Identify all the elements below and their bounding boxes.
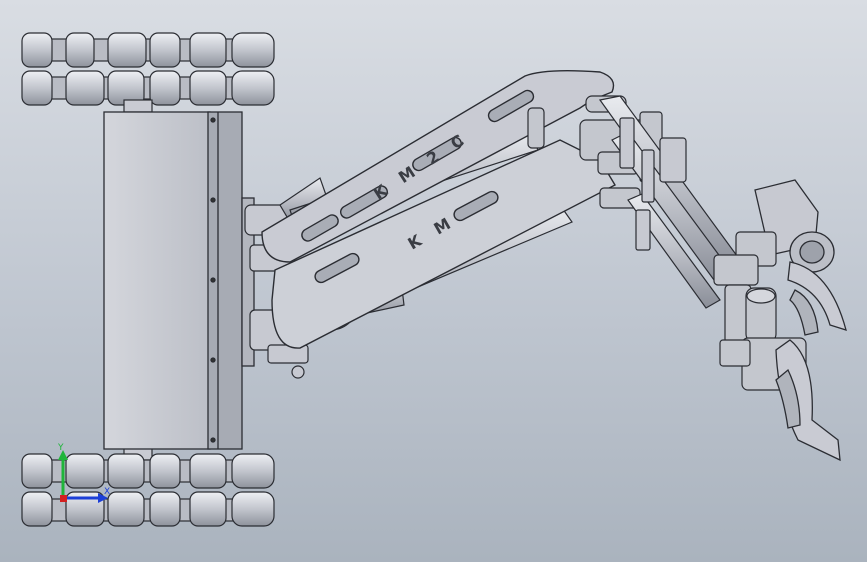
x-axis-label: X [104,487,110,497]
top-wheel-assembly[interactable] [21,32,275,113]
robot-arm-model[interactable]: K M 2 C K M Y X [0,0,867,562]
y-axis-label: Y [57,443,64,453]
chassis-body[interactable] [103,111,255,450]
gripper-jaw-upper[interactable] [787,261,847,336]
cad-viewport[interactable]: K M 2 C K M Y X [0,0,867,562]
gripper-jaw-lower[interactable] [775,339,841,462]
z-axis-marker [60,495,67,502]
